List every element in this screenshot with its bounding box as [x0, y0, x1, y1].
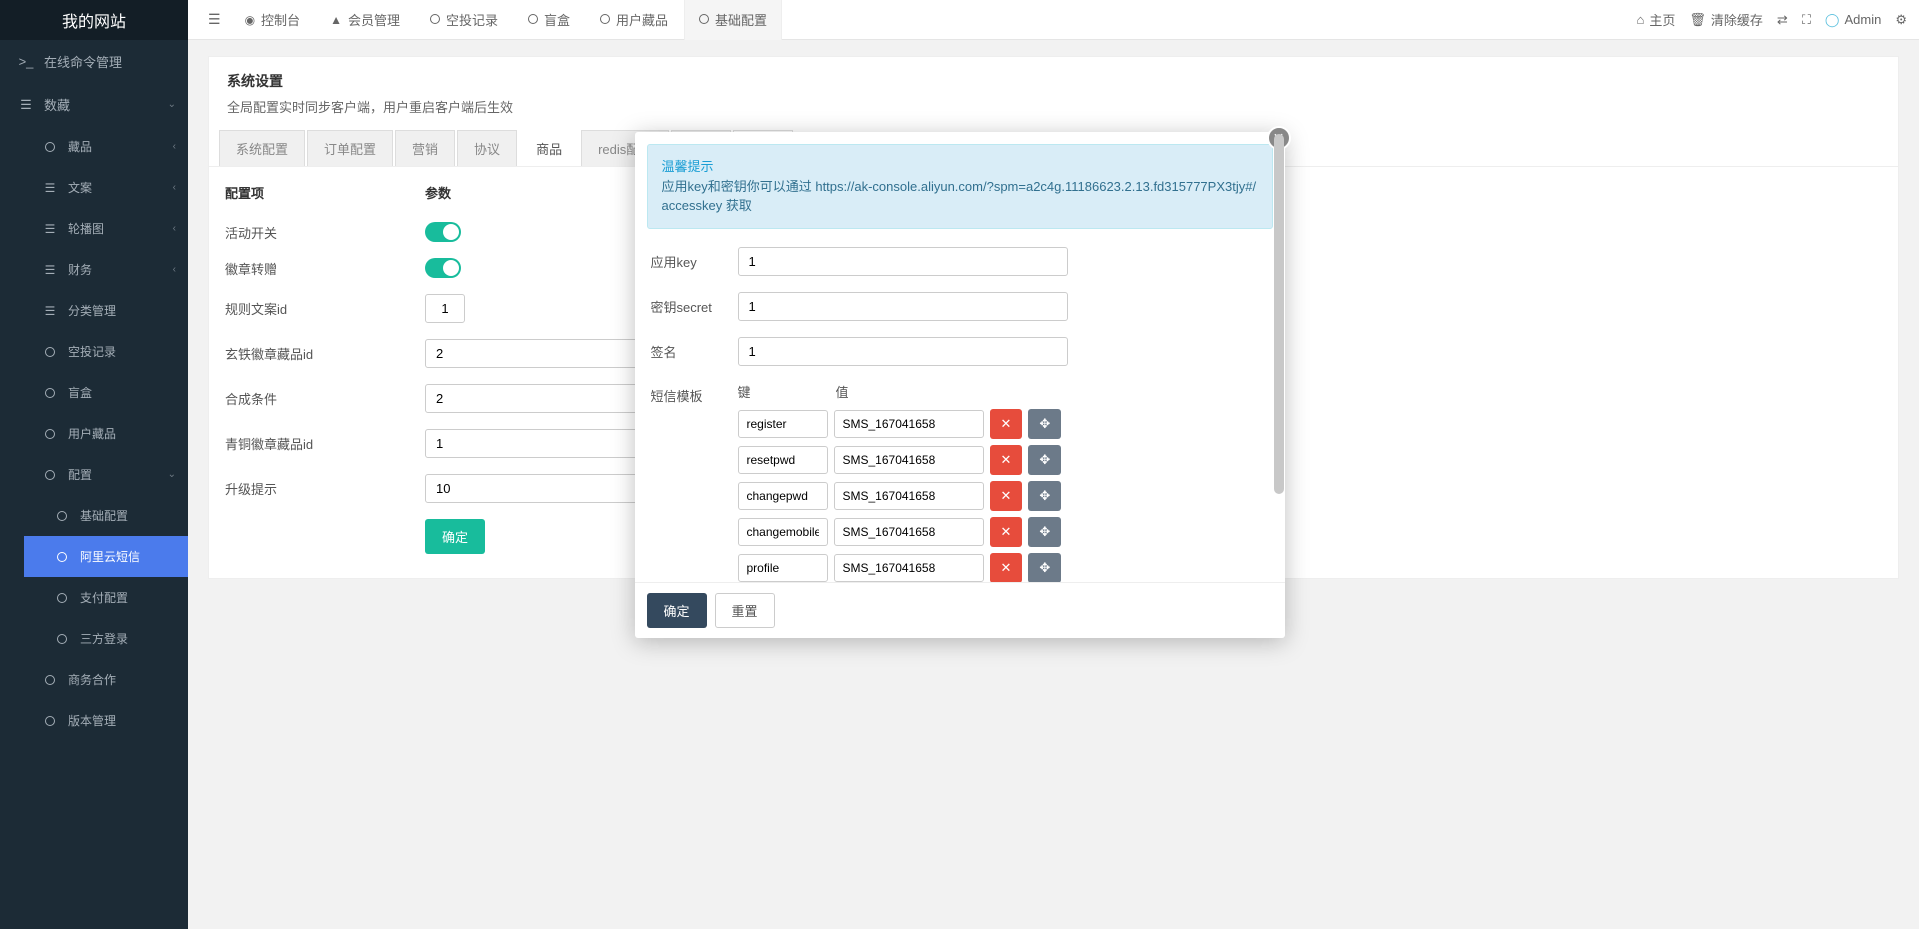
label-sms-template: 短信模板	[651, 382, 726, 405]
move-icon: ✥	[1039, 488, 1050, 503]
delete-row-button[interactable]: ✕	[990, 553, 1023, 583]
move-icon: ✥	[1039, 416, 1050, 431]
template-val-input[interactable]	[834, 518, 984, 546]
move-row-button[interactable]: ✥	[1028, 517, 1061, 547]
template-row: ✕✥	[738, 553, 1269, 583]
close-icon: ✕	[1001, 416, 1012, 431]
delete-row-button[interactable]: ✕	[990, 481, 1023, 511]
modal-backdrop: ✕ 温馨提示 应用key和密钥你可以通过 https://ak-console.…	[0, 0, 1919, 929]
delete-row-button[interactable]: ✕	[990, 517, 1023, 547]
tpl-header-val: 值	[836, 382, 849, 401]
tpl-header-key: 键	[738, 382, 828, 401]
aliyun-sms-modal: ✕ 温馨提示 应用key和密钥你可以通过 https://ak-console.…	[635, 132, 1285, 638]
close-icon: ✕	[1001, 524, 1012, 539]
close-icon: ✕	[1001, 560, 1012, 575]
move-icon: ✥	[1039, 560, 1050, 575]
delete-row-button[interactable]: ✕	[990, 409, 1023, 439]
label-app-key: 应用key	[651, 252, 726, 271]
alert-title: 温馨提示	[662, 157, 1258, 177]
move-icon: ✥	[1039, 452, 1050, 467]
template-row: ✕✥	[738, 409, 1269, 439]
modal-confirm-button[interactable]: 确定	[647, 593, 707, 628]
alert-tip: 温馨提示 应用key和密钥你可以通过 https://ak-console.al…	[647, 144, 1273, 229]
move-row-button[interactable]: ✥	[1028, 553, 1061, 583]
template-key-input[interactable]	[738, 518, 828, 546]
template-row: ✕✥	[738, 445, 1269, 475]
template-val-input[interactable]	[834, 410, 984, 438]
input-secret[interactable]	[738, 292, 1068, 321]
template-key-input[interactable]	[738, 482, 828, 510]
template-key-input[interactable]	[738, 410, 828, 438]
move-row-button[interactable]: ✥	[1028, 481, 1061, 511]
alert-text-post: 获取	[726, 198, 752, 213]
input-app-key[interactable]	[738, 247, 1068, 276]
move-row-button[interactable]: ✥	[1028, 409, 1061, 439]
template-val-input[interactable]	[834, 446, 984, 474]
template-row: ✕✥	[738, 481, 1269, 511]
move-icon: ✥	[1039, 524, 1050, 539]
delete-row-button[interactable]: ✕	[990, 445, 1023, 475]
modal-reset-button[interactable]: 重置	[715, 593, 775, 628]
scrollbar[interactable]	[1273, 132, 1285, 582]
close-icon: ✕	[1001, 488, 1012, 503]
template-val-input[interactable]	[834, 482, 984, 510]
template-key-input[interactable]	[738, 554, 828, 582]
template-val-input[interactable]	[834, 554, 984, 582]
alert-text-pre: 应用key和密钥你可以通过	[662, 179, 816, 194]
move-row-button[interactable]: ✥	[1028, 445, 1061, 475]
template-row: ✕✥	[738, 517, 1269, 547]
label-secret: 密钥secret	[651, 297, 726, 316]
template-key-input[interactable]	[738, 446, 828, 474]
input-sign[interactable]	[738, 337, 1068, 366]
label-sign: 签名	[651, 342, 726, 361]
close-icon: ✕	[1001, 452, 1012, 467]
